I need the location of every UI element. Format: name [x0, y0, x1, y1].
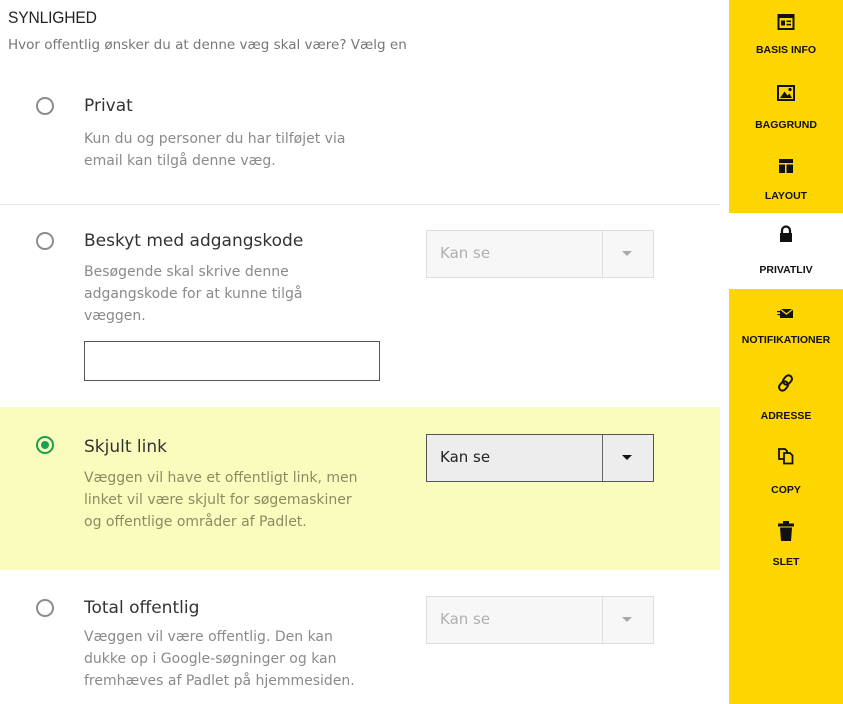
select-value: Kan se [440, 610, 491, 628]
section-title: SYNLIGHED [8, 8, 97, 27]
link-icon [778, 374, 793, 392]
layout-icon [779, 159, 793, 173]
section-subtitle: Hvor offentlig ønsker du at denne væg sk… [8, 37, 407, 53]
option-public[interactable]: Total offentlig Væggen vil være offentli… [0, 570, 720, 704]
permission-select-password[interactable]: Kan se [426, 230, 654, 278]
sidebar-item-label: BAGGRUND [755, 119, 817, 131]
chevron-down-icon[interactable] [602, 597, 653, 643]
image-icon [777, 85, 795, 101]
sidebar-item-label: SLET [772, 556, 800, 568]
radio-public[interactable] [36, 599, 54, 617]
select-value: Kan se [440, 244, 491, 262]
trash-icon [778, 521, 794, 541]
option-description: Væggen vil være offentlig. Den kan dukke… [84, 629, 355, 689]
sidebar-item-label: PRIVATLIV [759, 264, 813, 276]
chevron-down-icon[interactable] [602, 231, 653, 277]
sidebar-item-privatliv[interactable]: PRIVATLIV [729, 220, 843, 290]
sidebar-item-layout[interactable]: LAYOUT [729, 146, 843, 216]
password-input[interactable] [84, 341, 380, 381]
info-card-icon [777, 14, 795, 30]
sidebar-item-baggrund[interactable]: BAGGRUND [729, 73, 843, 143]
option-hidden-link[interactable]: Skjult link Væggen vil have et offentlig… [0, 407, 720, 570]
sidebar-item-notifikationer[interactable]: NOTIFIKATIONER [729, 298, 843, 368]
sidebar-item-label: COPY [771, 484, 801, 496]
option-description: Kun du og personer du har tilføjet via e… [84, 131, 346, 169]
radio-password[interactable] [36, 232, 54, 250]
permission-select-public[interactable]: Kan se [426, 596, 654, 644]
select-value: Kan se [440, 448, 491, 466]
sidebar-item-slet[interactable]: SLET [729, 514, 843, 584]
option-description: Væggen vil have et offentligt link, men … [84, 470, 358, 530]
option-private[interactable]: Privat Kun du og personer du har tilføje… [0, 80, 720, 205]
sidebar-item-label: ADRESSE [760, 410, 812, 422]
sidebar-item-label: NOTIFIKATIONER [741, 334, 831, 346]
sidebar-item-adresse[interactable]: ADRESSE [729, 370, 843, 440]
sidebar-item-copy[interactable]: COPY [729, 444, 843, 514]
option-title: Beskyt med adgangskode [84, 231, 304, 251]
permission-select-hidden-link[interactable]: Kan se [426, 434, 654, 482]
envelope-icon [777, 308, 794, 318]
option-password[interactable]: Beskyt med adgangskode Besøgende skal sk… [0, 205, 720, 407]
option-title: Total offentlig [84, 598, 200, 618]
settings-sidebar: BASIS INFO BAGGRUND LAYOUT PRIVATLIV NOT… [729, 0, 843, 704]
lock-icon [780, 225, 792, 242]
sidebar-item-basis-info[interactable]: BASIS INFO [729, 0, 843, 70]
sidebar-item-label: LAYOUT [764, 190, 808, 202]
sidebar-item-label: BASIS INFO [755, 44, 817, 56]
radio-hidden-link[interactable] [36, 436, 54, 454]
option-title: Skjult link [84, 437, 167, 457]
option-title: Privat [84, 96, 133, 116]
chevron-down-icon[interactable] [602, 435, 653, 481]
option-description: Besøgende skal skrive denne adgangskode … [84, 264, 303, 324]
copy-icon [778, 448, 794, 465]
privacy-settings-panel: SYNLIGHED Hvor offentlig ønsker du at de… [0, 0, 720, 704]
radio-private[interactable] [36, 97, 54, 115]
